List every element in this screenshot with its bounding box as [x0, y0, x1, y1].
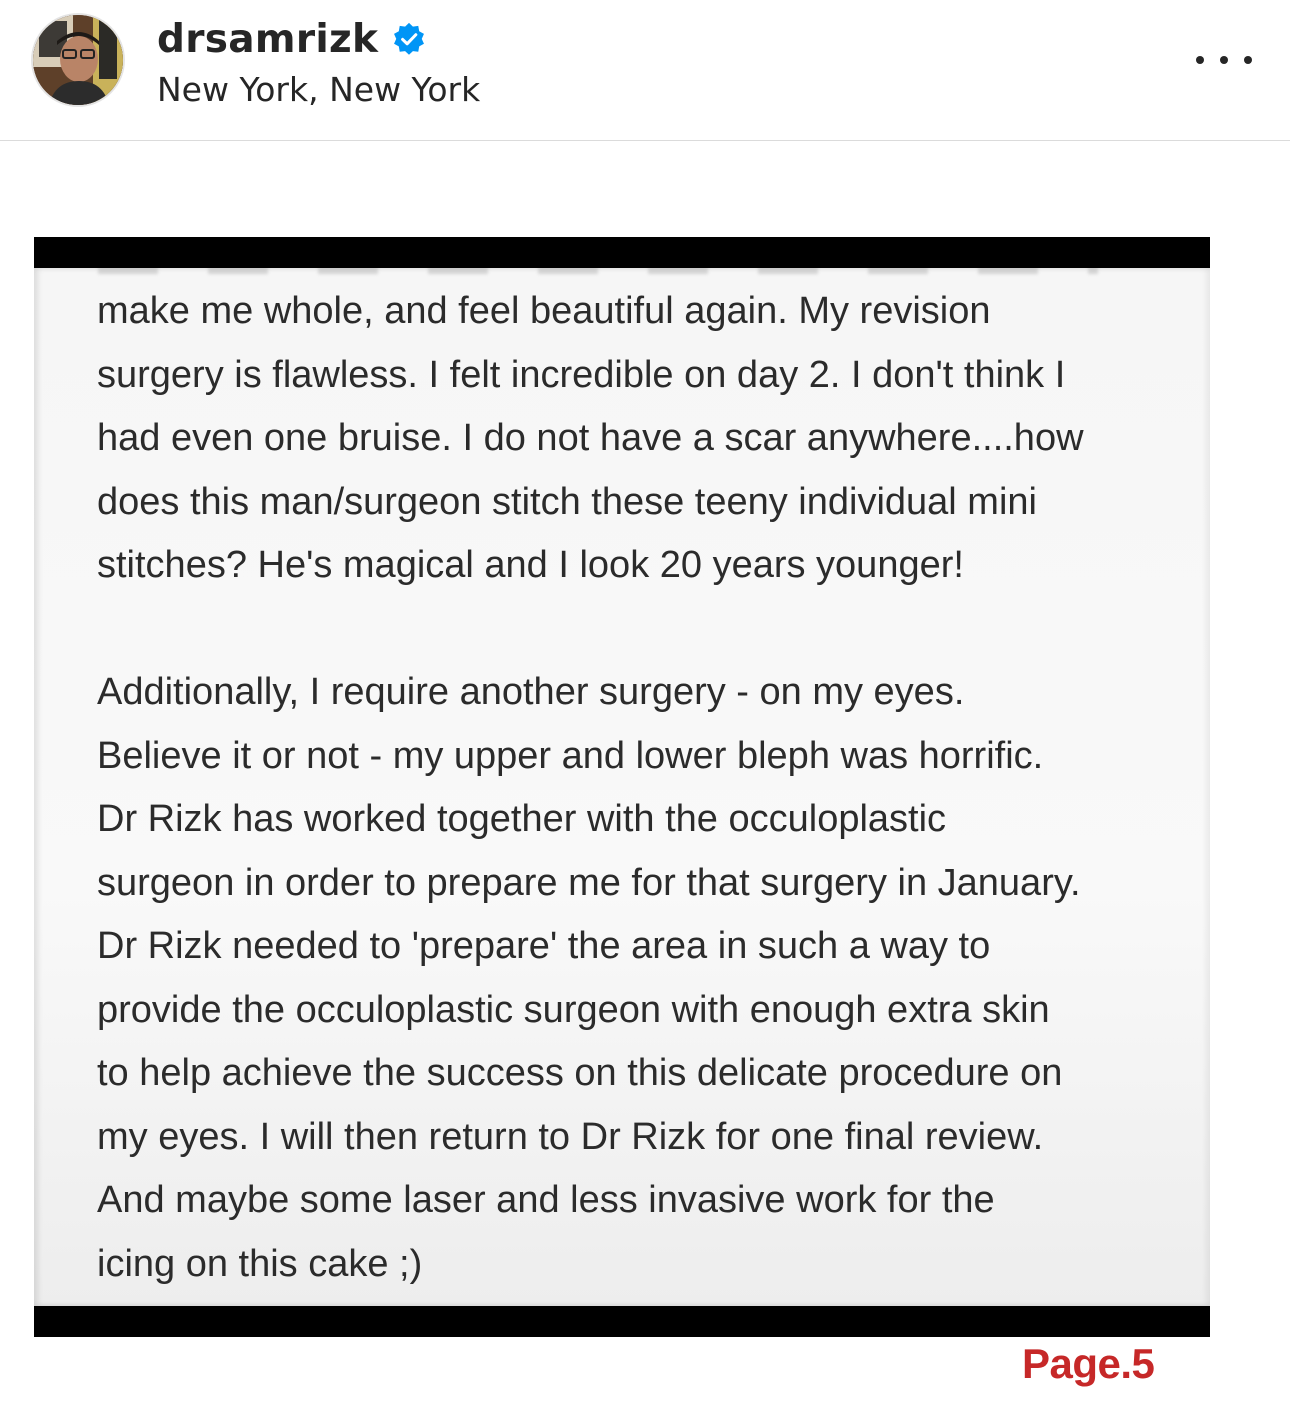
review-line: had even one bruise. I do not have a sca…: [97, 417, 1084, 459]
more-options-icon[interactable]: [1196, 44, 1252, 76]
review-line: And maybe some laser and less invasive w…: [97, 1179, 995, 1221]
post-image[interactable]: make me whole, and feel beautiful again.…: [0, 142, 1290, 1414]
review-line: surgeon in order to prepare me for that …: [97, 861, 1081, 904]
review-line: provide the occuloplastic surgeon with e…: [97, 988, 1050, 1031]
review-line: to help achieve the success on this deli…: [97, 1052, 1063, 1094]
review-line: Believe it or not - my upper and lower b…: [97, 734, 1044, 777]
verified-badge-icon: [392, 22, 426, 56]
post-location[interactable]: New York, New York: [157, 70, 480, 109]
review-line: stitches? He's magical and I look 20 yea…: [97, 544, 964, 586]
username[interactable]: drsamrizk: [157, 17, 378, 62]
review-line: does this man/surgeon stitch these teeny…: [97, 480, 1037, 523]
review-line: surgery is flawless. I felt incredible o…: [97, 353, 1066, 396]
more-dot: [1220, 56, 1228, 64]
cropped-text-line: [98, 268, 1098, 274]
avatar-photo: [33, 15, 123, 105]
review-line: my eyes. I will then return to Dr Rizk f…: [97, 1115, 1044, 1158]
review-line: icing on this cake ;): [97, 1242, 423, 1285]
review-screenshot-panel: make me whole, and feel beautiful again.…: [34, 268, 1210, 1306]
review-line: Dr Rizk needed to 'prepare' the area in …: [97, 925, 991, 967]
username-row: drsamrizk: [157, 14, 426, 64]
review-text: make me whole, and feel beautiful again.…: [97, 280, 1197, 1296]
image-bottom-black-bar: [34, 1306, 1210, 1337]
image-top-black-bar: [34, 237, 1210, 268]
review-line: make me whole, and feel beautiful again.…: [97, 290, 991, 332]
review-line: Dr Rizk has worked together with the occ…: [97, 798, 947, 840]
review-line: Additionally, I require another surgery …: [97, 671, 965, 713]
more-dot: [1196, 56, 1204, 64]
post-header: drsamrizk New York, New York: [0, 0, 1290, 141]
page-number-label: Page.5: [1022, 1340, 1155, 1387]
more-dot: [1244, 56, 1252, 64]
avatar[interactable]: [31, 13, 125, 107]
